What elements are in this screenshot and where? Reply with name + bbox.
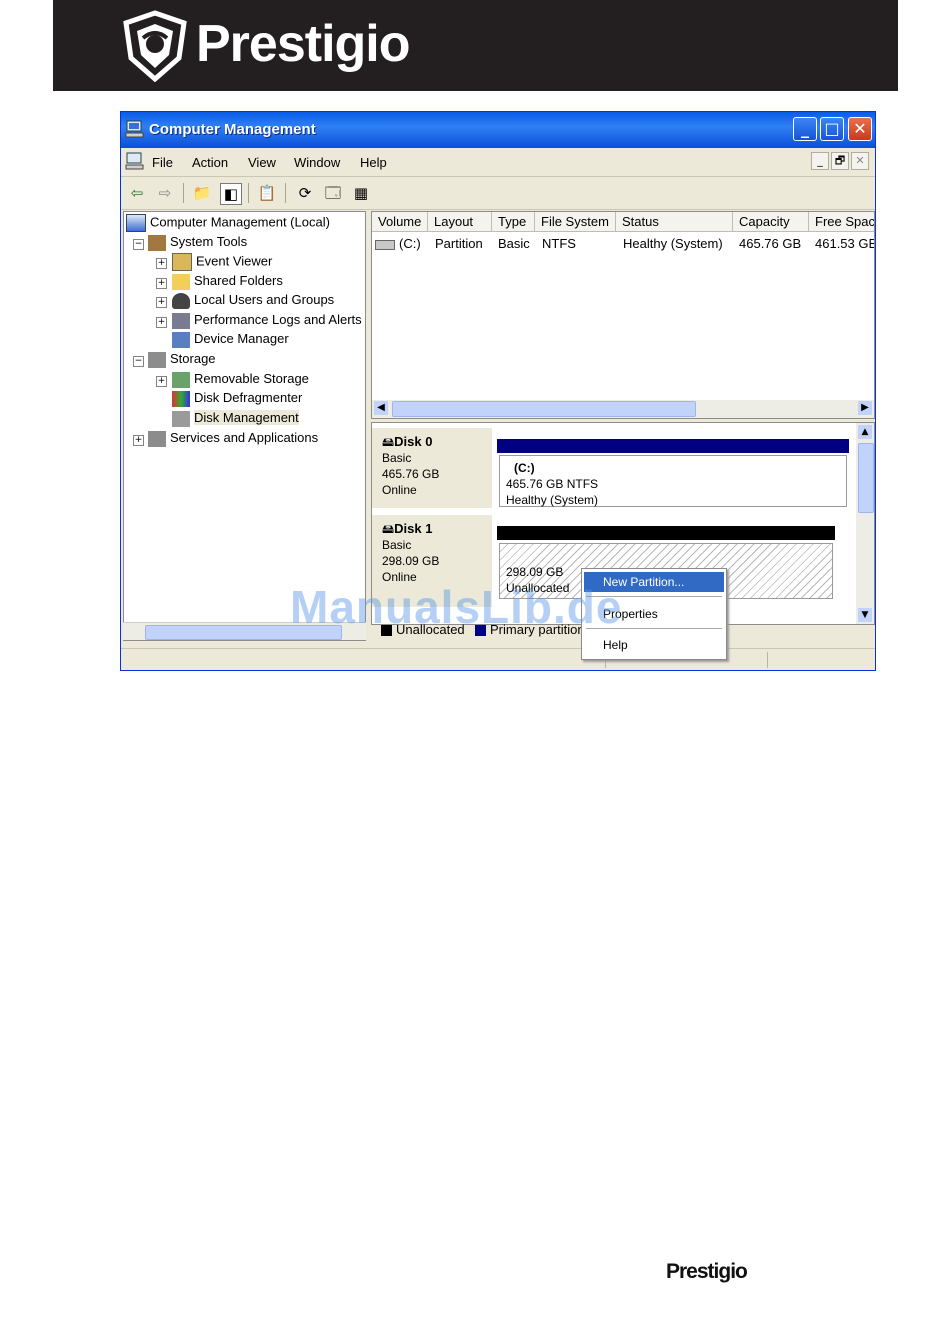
defragmenter-icon	[172, 390, 190, 407]
collapse-toggle[interactable]: −	[133, 356, 144, 367]
title-bar[interactable]: Computer Management _ □ ✕	[121, 112, 875, 148]
expand-toggle[interactable]: +	[156, 278, 167, 289]
tree-item-disk-management[interactable]: Disk Management	[172, 410, 299, 427]
mdi-restore-button[interactable]: 🗗	[831, 152, 849, 170]
volume-list-horizontal-scrollbar[interactable]: ◀ ▶	[372, 400, 874, 418]
toolbar-separator	[248, 183, 249, 203]
tree-item-root[interactable]: Computer Management (Local)	[126, 214, 330, 232]
brand-name: Prestigio	[196, 15, 410, 73]
help-topics-icon[interactable]: ▦	[351, 183, 371, 203]
users-icon	[172, 292, 190, 309]
removable-storage-icon	[172, 371, 190, 388]
device-manager-icon	[172, 331, 190, 348]
computer-management-icon	[125, 120, 144, 138]
scroll-thumb[interactable]	[858, 443, 874, 513]
close-button[interactable]: ✕	[848, 117, 872, 141]
column-header-layout[interactable]: Layout	[428, 212, 492, 232]
scroll-left-arrow-icon[interactable]: ◀	[374, 401, 388, 415]
column-header-status[interactable]: Status	[616, 212, 733, 232]
tree-item-device-manager[interactable]: Device Manager	[172, 331, 289, 348]
export-list-icon[interactable]: 🗔	[323, 183, 343, 203]
console-icon[interactable]	[125, 152, 145, 170]
up-folder-icon[interactable]: 📁	[192, 183, 212, 203]
tree-item-event-viewer[interactable]: Event Viewer	[172, 253, 272, 271]
file-system-cell: NTFS	[542, 236, 576, 251]
layout-cell: Partition	[435, 236, 483, 251]
performance-logs-icon	[172, 312, 190, 329]
type-cell: Basic	[498, 236, 530, 251]
status-bar	[121, 648, 875, 671]
back-arrow-icon[interactable]: ⇦	[127, 183, 147, 203]
tools-icon	[148, 234, 166, 251]
window-title: Computer Management	[149, 121, 316, 138]
mdi-close-button[interactable]: ✕	[851, 152, 869, 170]
menu-bar: File Action View Window Help _ 🗗 ✕	[121, 148, 875, 177]
brand-banner: Prestigio	[53, 0, 898, 91]
tree-item-disk-defragmenter[interactable]: Disk Defragmenter	[172, 390, 302, 407]
shared-folder-icon	[172, 273, 190, 290]
disk-0-label[interactable]: 🖴Disk 0 Basic 465.76 GB Online	[372, 428, 492, 508]
toolbar: ⇦ ⇨ 📁 ◧ 📋 ⟳ 🗔 ▦	[121, 177, 875, 210]
volume-c-block[interactable]: (C:) 465.76 GB NTFS Healthy (System)	[499, 455, 847, 507]
services-icon	[148, 430, 166, 447]
console-tree-pane[interactable]: Computer Management (Local) − System Too…	[123, 211, 366, 641]
mdi-minimize-button[interactable]: _	[811, 152, 829, 170]
collapse-toggle[interactable]: −	[133, 239, 144, 250]
menu-window[interactable]: Window	[294, 155, 340, 170]
expand-toggle[interactable]: +	[156, 297, 167, 308]
tree-item-services-applications[interactable]: Services and Applications	[148, 430, 318, 447]
hard-disk-icon: 🖴	[382, 522, 395, 536]
minimize-button[interactable]: _	[793, 117, 817, 141]
column-header-capacity[interactable]: Capacity	[733, 212, 809, 232]
status-cell: Healthy (System)	[623, 236, 723, 251]
tree-item-removable-storage[interactable]: Removable Storage	[172, 371, 309, 388]
properties-icon[interactable]: 📋	[257, 183, 277, 203]
column-header-type[interactable]: Type	[492, 212, 535, 232]
menu-view[interactable]: View	[248, 155, 276, 170]
scroll-right-arrow-icon[interactable]: ▶	[858, 401, 872, 415]
menu-help[interactable]: Help	[360, 155, 387, 170]
event-viewer-icon	[172, 253, 192, 271]
disk-pane-vertical-scrollbar[interactable]: ▲ ▼	[856, 423, 874, 624]
scroll-thumb[interactable]	[392, 401, 696, 417]
show-hide-tree-icon[interactable]: ◧	[220, 183, 242, 205]
tree-item-system-tools[interactable]: System Tools	[148, 234, 247, 251]
scroll-up-arrow-icon[interactable]: ▲	[858, 425, 872, 439]
watermark: ManualsLib.de	[290, 581, 623, 633]
tree-item-performance-logs[interactable]: Performance Logs and Alerts	[172, 312, 362, 329]
expand-toggle[interactable]: +	[156, 317, 167, 328]
menu-action[interactable]: Action	[192, 155, 228, 170]
column-header-free-space[interactable]: Free Spac	[809, 212, 874, 232]
expand-toggle[interactable]: +	[156, 258, 167, 269]
disk-management-icon	[172, 410, 190, 427]
capacity-cell: 465.76 GB	[739, 236, 802, 251]
status-divider	[767, 652, 768, 668]
toolbar-separator	[285, 183, 286, 203]
unallocated-bar	[497, 526, 835, 540]
menu-file[interactable]: File	[152, 155, 173, 170]
refresh-icon[interactable]: ⟳	[295, 183, 315, 203]
free-space-cell: 461.53 GB	[815, 236, 875, 251]
volume-cell[interactable]: (C:)	[399, 236, 421, 251]
menu-item-help[interactable]: Help	[584, 635, 724, 655]
computer-icon	[126, 214, 146, 232]
tree-item-local-users[interactable]: Local Users and Groups	[172, 292, 334, 309]
maximize-button[interactable]: □	[820, 117, 844, 141]
column-header-volume[interactable]: Volume	[372, 212, 428, 232]
primary-partition-bar	[497, 439, 849, 453]
volume-list-pane[interactable]: Volume Layout Type File System Status Ca…	[371, 211, 875, 419]
expand-toggle[interactable]: +	[156, 376, 167, 387]
footer-brand-logo: Prestigio	[666, 1260, 748, 1283]
column-header-file-system[interactable]: File System	[535, 212, 616, 232]
forward-arrow-icon[interactable]: ⇨	[155, 183, 175, 203]
storage-icon	[148, 351, 166, 368]
tree-item-storage[interactable]: Storage	[148, 351, 216, 368]
hard-disk-icon: 🖴	[382, 435, 395, 449]
tree-item-shared-folders[interactable]: Shared Folders	[172, 273, 283, 290]
toolbar-separator	[183, 183, 184, 203]
prestigio-shield-logo-icon	[123, 10, 187, 82]
expand-toggle[interactable]: +	[133, 435, 144, 446]
